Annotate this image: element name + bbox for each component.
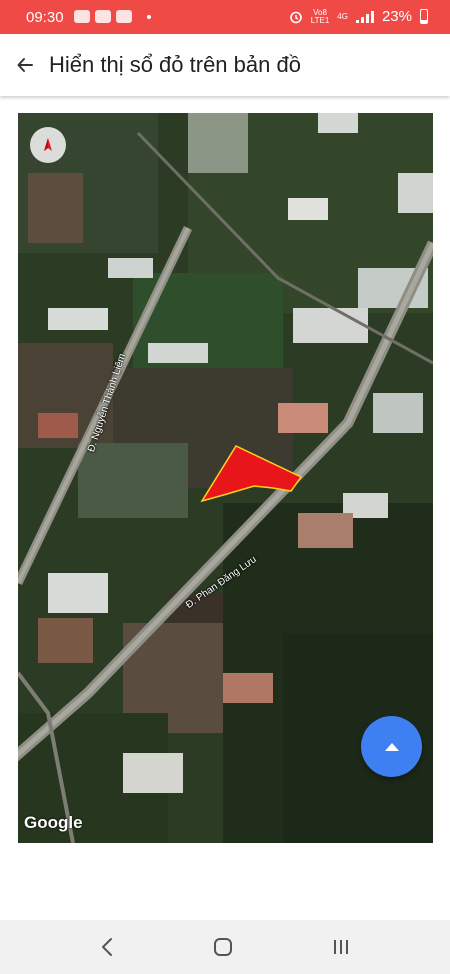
network-bottom-label: LTE1 xyxy=(310,15,330,25)
app-icon xyxy=(95,10,111,23)
notification-icon xyxy=(74,10,90,23)
arrow-left-icon xyxy=(17,58,33,72)
satellite-map[interactable]: Đ. Nguyễn Thành Liêm Đ. Phan Đăng Lưu Go… xyxy=(18,113,433,843)
app-bar: Hiển thị sổ đỏ trên bản đồ xyxy=(0,34,450,96)
back-button[interactable] xyxy=(8,48,42,82)
nav-recent-apps-button[interactable] xyxy=(326,933,356,961)
alarm-icon xyxy=(289,11,302,23)
system-nav-bar xyxy=(0,920,450,974)
network-type: 4G xyxy=(337,11,348,21)
status-time: 09:30 xyxy=(26,9,64,26)
compass-icon xyxy=(44,138,52,151)
network-indicator: Vo8 LTE1 xyxy=(310,8,330,25)
recent-apps-icon xyxy=(334,940,348,954)
image-icon xyxy=(116,10,132,23)
status-system-icons: Vo8 LTE1 4G 23% xyxy=(289,8,428,25)
chevron-up-icon xyxy=(384,742,399,751)
status-bar: 09:30 Vo8 LTE1 4G 23% xyxy=(0,0,450,34)
nav-home-button[interactable] xyxy=(208,933,238,961)
compass-button[interactable] xyxy=(30,127,66,163)
nav-back-button[interactable] xyxy=(92,933,122,961)
google-attribution-logo: Google xyxy=(24,813,83,832)
battery-percent: 23% xyxy=(381,8,412,25)
home-icon xyxy=(214,938,232,956)
more-notifications-dot xyxy=(147,14,151,19)
battery-icon xyxy=(420,9,428,24)
page-title: Hiển thị sổ đỏ trên bản đồ xyxy=(49,52,301,77)
back-icon xyxy=(102,938,112,956)
status-notification-icons xyxy=(74,10,151,23)
scroll-up-fab[interactable] xyxy=(361,716,422,777)
signal-icon xyxy=(355,10,374,23)
